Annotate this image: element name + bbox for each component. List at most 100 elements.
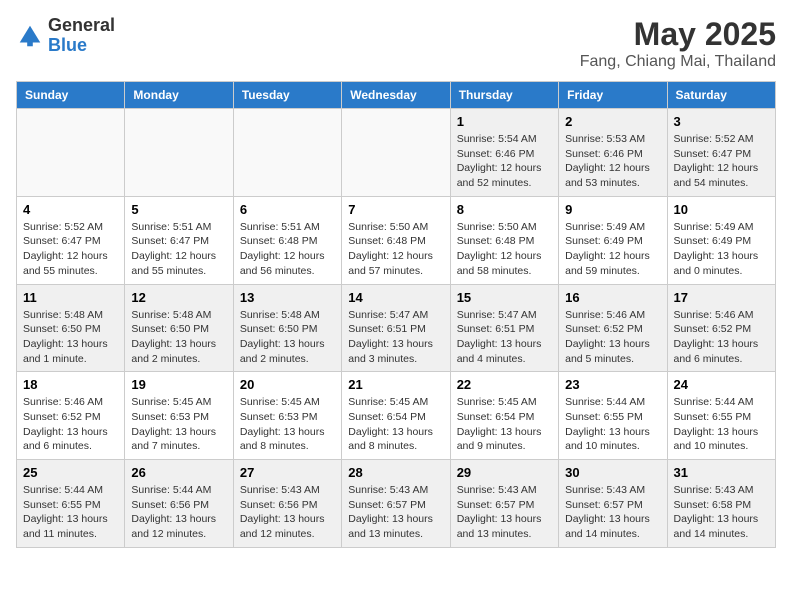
day-info: Sunrise: 5:43 AM Sunset: 6:57 PM Dayligh… (457, 483, 552, 542)
calendar-cell: 6 Sunrise: 5:51 AM Sunset: 6:48 PM Daylig… (233, 196, 341, 284)
calendar-cell: 29 Sunrise: 5:43 AM Sunset: 6:57 PM Dayli… (450, 460, 558, 548)
day-number: 13 (240, 290, 335, 305)
calendar-cell: 16 Sunrise: 5:46 AM Sunset: 6:52 PM Dayli… (559, 284, 667, 372)
day-info: Sunrise: 5:44 AM Sunset: 6:56 PM Dayligh… (131, 483, 226, 542)
calendar-cell: 12 Sunrise: 5:48 AM Sunset: 6:50 PM Dayli… (125, 284, 233, 372)
day-number: 3 (674, 114, 769, 129)
calendar-cell: 23 Sunrise: 5:44 AM Sunset: 6:55 PM Dayli… (559, 372, 667, 460)
day-number: 10 (674, 202, 769, 217)
calendar-cell: 1 Sunrise: 5:54 AM Sunset: 6:46 PM Daylig… (450, 109, 558, 197)
calendar-cell: 21 Sunrise: 5:45 AM Sunset: 6:54 PM Dayli… (342, 372, 450, 460)
day-info: Sunrise: 5:52 AM Sunset: 6:47 PM Dayligh… (674, 132, 769, 191)
day-number: 14 (348, 290, 443, 305)
day-number: 9 (565, 202, 660, 217)
day-info: Sunrise: 5:46 AM Sunset: 6:52 PM Dayligh… (565, 308, 660, 367)
calendar-cell: 5 Sunrise: 5:51 AM Sunset: 6:47 PM Daylig… (125, 196, 233, 284)
day-info: Sunrise: 5:48 AM Sunset: 6:50 PM Dayligh… (131, 308, 226, 367)
day-number: 31 (674, 465, 769, 480)
day-info: Sunrise: 5:46 AM Sunset: 6:52 PM Dayligh… (23, 395, 118, 454)
calendar-cell: 30 Sunrise: 5:43 AM Sunset: 6:57 PM Dayli… (559, 460, 667, 548)
weekday-header-thursday: Thursday (450, 82, 558, 109)
weekday-header-wednesday: Wednesday (342, 82, 450, 109)
calendar-cell (233, 109, 341, 197)
calendar-cell: 10 Sunrise: 5:49 AM Sunset: 6:49 PM Dayli… (667, 196, 775, 284)
month-title: May 2025 (580, 16, 776, 53)
day-info: Sunrise: 5:44 AM Sunset: 6:55 PM Dayligh… (23, 483, 118, 542)
calendar-cell: 14 Sunrise: 5:47 AM Sunset: 6:51 PM Dayli… (342, 284, 450, 372)
calendar-cell: 20Sunrise: 5:45 AM Sunset: 6:53 PM Dayli… (233, 372, 341, 460)
location-title: Fang, Chiang Mai, Thailand (580, 53, 776, 71)
day-info: Sunrise: 5:47 AM Sunset: 6:51 PM Dayligh… (348, 308, 443, 367)
calendar-cell: 28 Sunrise: 5:43 AM Sunset: 6:57 PM Dayli… (342, 460, 450, 548)
calendar-cell: 7 Sunrise: 5:50 AM Sunset: 6:48 PM Daylig… (342, 196, 450, 284)
day-number: 23 (565, 377, 660, 392)
calendar-cell: 24Sunrise: 5:44 AM Sunset: 6:55 PM Dayli… (667, 372, 775, 460)
day-info: Sunrise: 5:44 AM Sunset: 6:55 PM Dayligh… (674, 395, 769, 454)
day-number: 11 (23, 290, 118, 305)
day-info: Sunrise: 5:43 AM Sunset: 6:57 PM Dayligh… (348, 483, 443, 542)
calendar-cell (125, 109, 233, 197)
day-info: Sunrise: 5:49 AM Sunset: 6:49 PM Dayligh… (674, 220, 769, 279)
logo: General Blue (16, 16, 115, 56)
day-number: 22 (457, 377, 552, 392)
day-info: Sunrise: 5:47 AM Sunset: 6:51 PM Dayligh… (457, 308, 552, 367)
calendar-cell: 9 Sunrise: 5:49 AM Sunset: 6:49 PM Daylig… (559, 196, 667, 284)
day-number: 25 (23, 465, 118, 480)
calendar-week-row: 1 Sunrise: 5:54 AM Sunset: 6:46 PM Daylig… (17, 109, 776, 197)
day-info: Sunrise: 5:54 AM Sunset: 6:46 PM Dayligh… (457, 132, 552, 191)
calendar-cell: 19Sunrise: 5:45 AM Sunset: 6:53 PM Dayli… (125, 372, 233, 460)
day-info: Sunrise: 5:48 AM Sunset: 6:50 PM Dayligh… (240, 308, 335, 367)
day-info: Sunrise: 5:48 AM Sunset: 6:50 PM Dayligh… (23, 308, 118, 367)
calendar-week-row: 4 Sunrise: 5:52 AM Sunset: 6:47 PM Daylig… (17, 196, 776, 284)
day-info: Sunrise: 5:45 AM Sunset: 6:54 PM Dayligh… (457, 395, 552, 454)
weekday-header-saturday: Saturday (667, 82, 775, 109)
calendar-cell: 31 Sunrise: 5:43 AM Sunset: 6:58 PM Dayli… (667, 460, 775, 548)
day-info: Sunrise: 5:51 AM Sunset: 6:47 PM Dayligh… (131, 220, 226, 279)
day-info: Sunrise: 5:53 AM Sunset: 6:46 PM Dayligh… (565, 132, 660, 191)
calendar-cell: 27Sunrise: 5:43 AM Sunset: 6:56 PM Dayli… (233, 460, 341, 548)
weekday-header-monday: Monday (125, 82, 233, 109)
day-info: Sunrise: 5:50 AM Sunset: 6:48 PM Dayligh… (348, 220, 443, 279)
calendar-week-row: 18 Sunrise: 5:46 AM Sunset: 6:52 PM Dayli… (17, 372, 776, 460)
day-info: Sunrise: 5:52 AM Sunset: 6:47 PM Dayligh… (23, 220, 118, 279)
calendar-week-row: 25 Sunrise: 5:44 AM Sunset: 6:55 PM Dayli… (17, 460, 776, 548)
day-number: 29 (457, 465, 552, 480)
day-info: Sunrise: 5:51 AM Sunset: 6:48 PM Dayligh… (240, 220, 335, 279)
calendar-cell: 22 Sunrise: 5:45 AM Sunset: 6:54 PM Dayli… (450, 372, 558, 460)
calendar-cell: 3 Sunrise: 5:52 AM Sunset: 6:47 PM Daylig… (667, 109, 775, 197)
calendar-cell (17, 109, 125, 197)
day-number: 15 (457, 290, 552, 305)
day-info: Sunrise: 5:49 AM Sunset: 6:49 PM Dayligh… (565, 220, 660, 279)
day-number: 2 (565, 114, 660, 129)
day-number: 7 (348, 202, 443, 217)
day-number: 21 (348, 377, 443, 392)
day-number: 8 (457, 202, 552, 217)
day-number: 5 (131, 202, 226, 217)
calendar-cell: 8Sunrise: 5:50 AM Sunset: 6:48 PM Daylig… (450, 196, 558, 284)
day-info: Sunrise: 5:45 AM Sunset: 6:54 PM Dayligh… (348, 395, 443, 454)
day-number: 4 (23, 202, 118, 217)
calendar-header-row: SundayMondayTuesdayWednesdayThursdayFrid… (17, 82, 776, 109)
day-info: Sunrise: 5:45 AM Sunset: 6:53 PM Dayligh… (131, 395, 226, 454)
day-info: Sunrise: 5:45 AM Sunset: 6:53 PM Dayligh… (240, 395, 335, 454)
day-number: 18 (23, 377, 118, 392)
calendar-cell: 13 Sunrise: 5:48 AM Sunset: 6:50 PM Dayli… (233, 284, 341, 372)
calendar-cell (342, 109, 450, 197)
calendar-cell: 18 Sunrise: 5:46 AM Sunset: 6:52 PM Dayli… (17, 372, 125, 460)
day-number: 1 (457, 114, 552, 129)
day-number: 28 (348, 465, 443, 480)
weekday-header-sunday: Sunday (17, 82, 125, 109)
day-number: 30 (565, 465, 660, 480)
day-number: 16 (565, 290, 660, 305)
day-info: Sunrise: 5:43 AM Sunset: 6:58 PM Dayligh… (674, 483, 769, 542)
day-info: Sunrise: 5:43 AM Sunset: 6:57 PM Dayligh… (565, 483, 660, 542)
logo-text: General Blue (48, 16, 115, 56)
weekday-header-tuesday: Tuesday (233, 82, 341, 109)
logo-blue: Blue (48, 35, 87, 55)
day-info: Sunrise: 5:43 AM Sunset: 6:56 PM Dayligh… (240, 483, 335, 542)
day-info: Sunrise: 5:44 AM Sunset: 6:55 PM Dayligh… (565, 395, 660, 454)
title-block: May 2025 Fang, Chiang Mai, Thailand (580, 16, 776, 71)
calendar-cell: 25 Sunrise: 5:44 AM Sunset: 6:55 PM Dayli… (17, 460, 125, 548)
day-number: 12 (131, 290, 226, 305)
day-number: 6 (240, 202, 335, 217)
